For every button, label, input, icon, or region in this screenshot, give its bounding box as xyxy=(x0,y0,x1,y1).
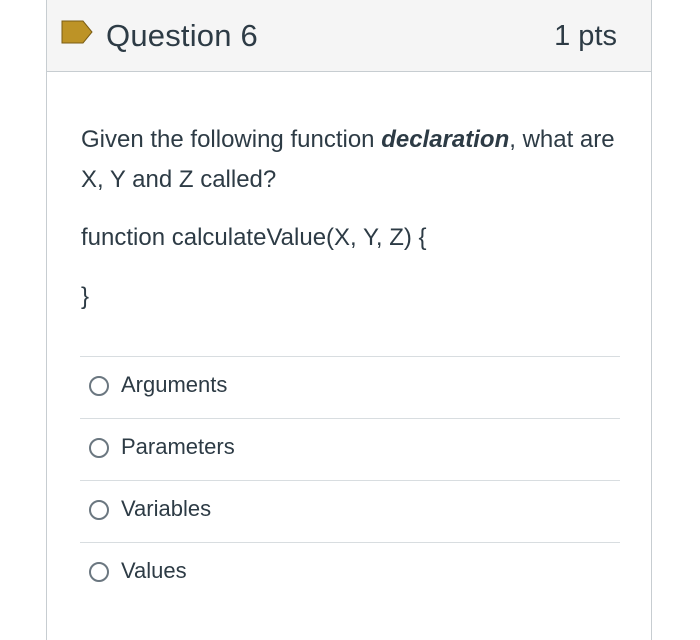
radio-button[interactable] xyxy=(89,438,109,458)
answer-option-values[interactable]: Values xyxy=(80,542,620,604)
answer-option-parameters[interactable]: Parameters xyxy=(80,418,620,480)
answer-option-arguments[interactable]: Arguments xyxy=(80,356,620,418)
question-prompt: Given the following function declaration… xyxy=(81,120,621,200)
answer-label: Values xyxy=(121,558,187,583)
answer-label: Arguments xyxy=(121,372,228,397)
prompt-text-start: Given the following function xyxy=(81,126,382,153)
answer-option-variables[interactable]: Variables xyxy=(80,480,620,542)
radio-button[interactable] xyxy=(89,376,109,396)
code-signature: function calculateValue(X, Y, Z) { xyxy=(81,224,427,251)
radio-button[interactable] xyxy=(89,562,109,582)
prompt-emphasis: declaration xyxy=(381,126,510,153)
radio-button[interactable] xyxy=(89,500,109,520)
code-closing-brace: } xyxy=(81,283,90,310)
question-title: Question 6 xyxy=(106,18,258,53)
answer-list: Arguments Parameters Variables Values xyxy=(80,356,620,604)
answer-label: Parameters xyxy=(121,434,235,459)
quiz-question-card: Question 6 1 pts Given the following fun… xyxy=(46,0,652,640)
flag-icon[interactable] xyxy=(61,20,93,44)
question-header: Question 6 1 pts xyxy=(47,0,651,72)
question-body: Given the following function declaration… xyxy=(81,120,621,315)
question-points: 1 pts xyxy=(554,20,617,52)
answer-label: Variables xyxy=(121,496,212,521)
